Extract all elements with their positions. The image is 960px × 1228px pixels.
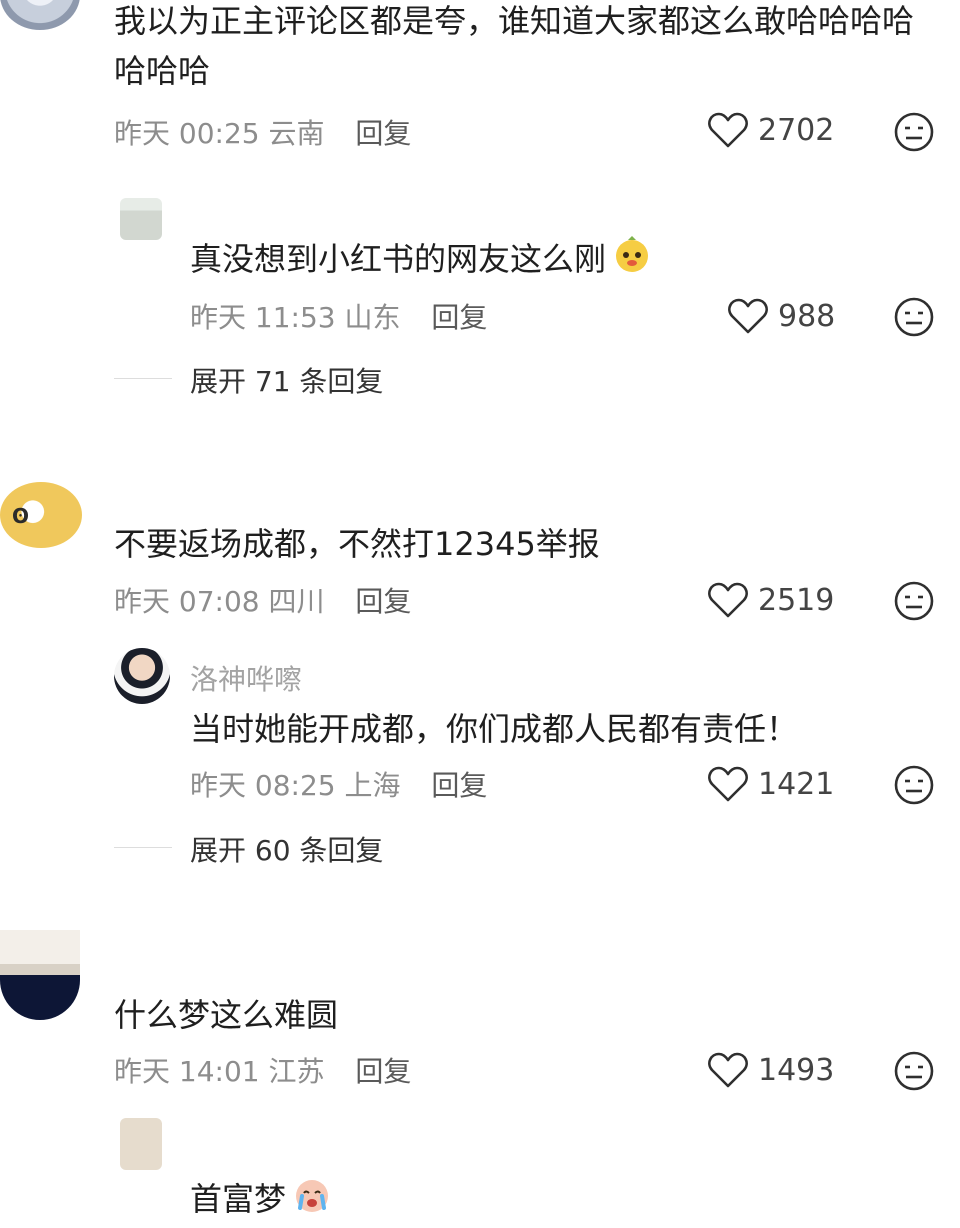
comment-meta: 昨天 00:25 云南 回复 [114, 112, 411, 152]
like-count: 2702 [758, 112, 835, 148]
reply-button[interactable]: 回复 [355, 117, 411, 150]
avatar-mark: ʘ [12, 504, 30, 528]
avatar[interactable] [114, 648, 170, 704]
sub-username[interactable]: 洛神哗嚓 [190, 658, 302, 698]
comment-location: 云南 [268, 117, 325, 150]
reply-button[interactable]: 回复 [355, 1055, 411, 1088]
comment-text-line: 我以为正主评论区都是夸，谁知道大家都这么敢哈哈哈哈 [114, 2, 915, 40]
sub-comment-text-content: 首富梦 [190, 1180, 287, 1218]
crying-emoji-icon [292, 1174, 332, 1228]
comment-location: 四川 [268, 585, 325, 618]
comment-text: 不要返场成都，不然打12345举报 [114, 525, 600, 563]
avatar[interactable]: ʘ [0, 482, 82, 548]
comment-meta: 昨天 07:08 四川 回复 [114, 580, 411, 620]
face-icon[interactable] [893, 1050, 935, 1092]
comment-location: 上海 [344, 769, 401, 802]
avatar[interactable] [120, 198, 162, 240]
expand-divider [114, 847, 172, 848]
sub-comment-meta: 昨天 11:53 山东 回复 [190, 296, 487, 336]
comment-time: 昨天 08:25 [190, 769, 336, 802]
face-icon[interactable] [893, 580, 935, 622]
avatar[interactable] [0, 930, 80, 1020]
comment-time: 昨天 07:08 [114, 585, 260, 618]
expand-replies-button[interactable]: 展开 60 条回复 [190, 829, 383, 869]
yellow-emoji-icon [612, 234, 652, 288]
like-count: 988 [778, 298, 836, 334]
reply-button[interactable]: 回复 [431, 301, 487, 334]
sub-comment-text: 当时她能开成都，你们成都人民都有责任！ [190, 710, 799, 748]
face-icon[interactable] [893, 296, 935, 338]
sub-comment-text: 首富梦 [190, 1174, 332, 1228]
reply-button[interactable]: 回复 [431, 769, 487, 802]
avatar[interactable] [0, 0, 80, 30]
heart-icon [728, 297, 768, 335]
like-button[interactable]: 1421 [708, 765, 834, 803]
comment-time: 昨天 00:25 [114, 117, 260, 150]
heart-icon [708, 581, 748, 619]
comment-location: 江苏 [268, 1055, 325, 1088]
like-button[interactable]: 2519 [708, 581, 834, 619]
comment-text: 我以为正主评论区都是夸，谁知道大家都这么敢哈哈哈哈 哈哈哈 [114, 0, 914, 96]
heart-icon [708, 111, 748, 149]
like-count: 1421 [758, 766, 835, 802]
sub-comment-text-content: 真没想到小红书的网友这么刚 [190, 240, 607, 278]
comment-text: 什么梦这么难圆 [114, 996, 339, 1034]
face-icon[interactable] [893, 764, 935, 806]
comment-location: 山东 [344, 301, 401, 334]
reply-button[interactable]: 回复 [355, 585, 411, 618]
comment-meta: 昨天 14:01 江苏 回复 [114, 1050, 411, 1090]
face-icon[interactable] [893, 111, 935, 153]
comment-time: 昨天 11:53 [190, 301, 336, 334]
expand-divider [114, 378, 172, 379]
heart-icon [708, 765, 748, 803]
like-button[interactable]: 1493 [708, 1051, 834, 1089]
like-button[interactable]: 988 [728, 297, 835, 335]
avatar[interactable] [120, 1118, 162, 1170]
like-button[interactable]: 2702 [708, 111, 834, 149]
comment-time: 昨天 14:01 [114, 1055, 260, 1088]
expand-replies-button[interactable]: 展开 71 条回复 [190, 360, 383, 400]
sub-comment-text: 真没想到小红书的网友这么刚 [190, 234, 652, 288]
like-count: 1493 [758, 1052, 835, 1088]
sub-comment-meta: 昨天 08:25 上海 回复 [190, 764, 487, 804]
comment-text-line: 哈哈哈 [114, 52, 211, 90]
like-count: 2519 [758, 582, 835, 618]
heart-icon [708, 1051, 748, 1089]
